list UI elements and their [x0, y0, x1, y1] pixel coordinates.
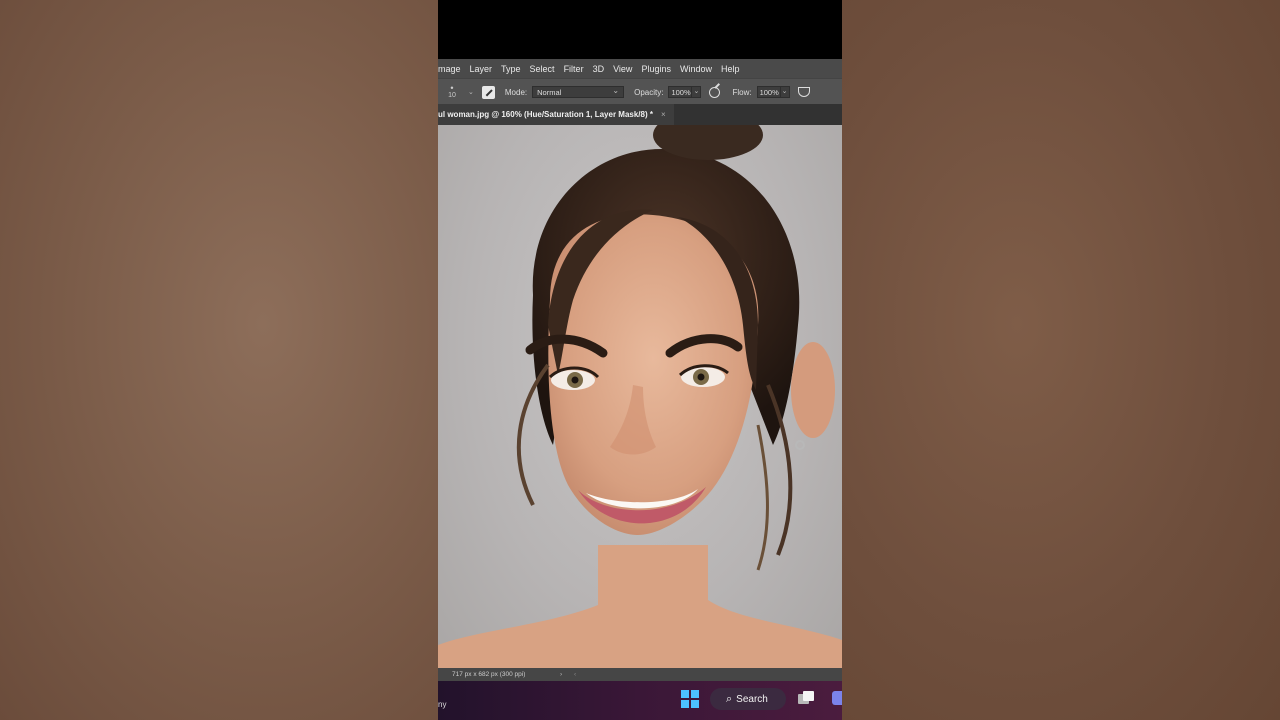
task-view-icon[interactable]: [798, 691, 814, 705]
flow-caret-icon[interactable]: ⌄: [780, 86, 790, 98]
menu-window[interactable]: Window: [680, 64, 712, 74]
status-bar: 717 px x 682 px (300 ppi) › ‹: [438, 668, 842, 681]
taskbar-partial-text: ny: [438, 700, 447, 709]
search-icon: ⌕: [726, 692, 733, 705]
photoshop-window: mage Layer Type Select Filter 3D View Pl…: [438, 0, 842, 720]
document-tab-title: ul woman.jpg @ 160% (Hue/Saturation 1, L…: [438, 110, 653, 119]
portrait-photo: [438, 125, 842, 668]
blurred-backdrop-left: [0, 0, 438, 720]
status-scroll-icon[interactable]: ‹: [574, 668, 576, 681]
document-size-readout[interactable]: 717 px x 682 px (300 ppi): [452, 668, 525, 681]
brush-preset-caret-icon[interactable]: ⌄: [468, 88, 474, 96]
menu-view[interactable]: View: [613, 64, 632, 74]
document-canvas[interactable]: [438, 125, 842, 668]
windows-taskbar: ny ⌕ Search: [438, 681, 842, 720]
flow-field[interactable]: 100%: [756, 86, 781, 98]
menu-image[interactable]: mage: [438, 64, 461, 74]
menu-select[interactable]: Select: [530, 64, 555, 74]
opacity-label: Opacity:: [634, 87, 664, 97]
mode-select[interactable]: Normal: [532, 85, 625, 98]
letterbox-top: [438, 0, 842, 59]
airbrush-icon[interactable]: [797, 87, 810, 97]
brush-preset-picker[interactable]: • 10: [438, 84, 466, 100]
menu-layer[interactable]: Layer: [470, 64, 493, 74]
brush-dot-icon: •: [450, 83, 454, 93]
pressure-opacity-icon[interactable]: [709, 86, 721, 98]
mode-label: Mode:: [504, 87, 528, 97]
menu-bar: mage Layer Type Select Filter 3D View Pl…: [438, 59, 842, 78]
menu-type[interactable]: Type: [501, 64, 521, 74]
menu-3d[interactable]: 3D: [593, 64, 605, 74]
brush-tool-icon[interactable]: [481, 85, 495, 99]
windows-start-icon[interactable]: [681, 690, 699, 708]
teams-icon[interactable]: [832, 691, 842, 705]
close-icon[interactable]: ×: [661, 110, 666, 119]
status-arrow-icon[interactable]: ›: [560, 668, 562, 681]
blurred-backdrop-right: [842, 0, 1280, 720]
menu-filter[interactable]: Filter: [564, 64, 584, 74]
flow-label: Flow:: [732, 87, 752, 97]
document-tab-bar: ul woman.jpg @ 160% (Hue/Saturation 1, L…: [438, 104, 842, 125]
menu-help[interactable]: Help: [721, 64, 740, 74]
brush-size-value: 10: [448, 92, 456, 99]
menu-plugins[interactable]: Plugins: [641, 64, 671, 74]
document-tab[interactable]: ul woman.jpg @ 160% (Hue/Saturation 1, L…: [438, 104, 674, 125]
opacity-field[interactable]: 100%: [668, 86, 693, 98]
opacity-caret-icon[interactable]: ⌄: [692, 86, 702, 98]
taskbar-search-button[interactable]: ⌕ Search: [710, 688, 786, 710]
options-bar: • 10 ⌄ Mode: Normal Opacity: 100% ⌄ Flow…: [438, 78, 842, 105]
search-label: Search: [736, 693, 768, 705]
